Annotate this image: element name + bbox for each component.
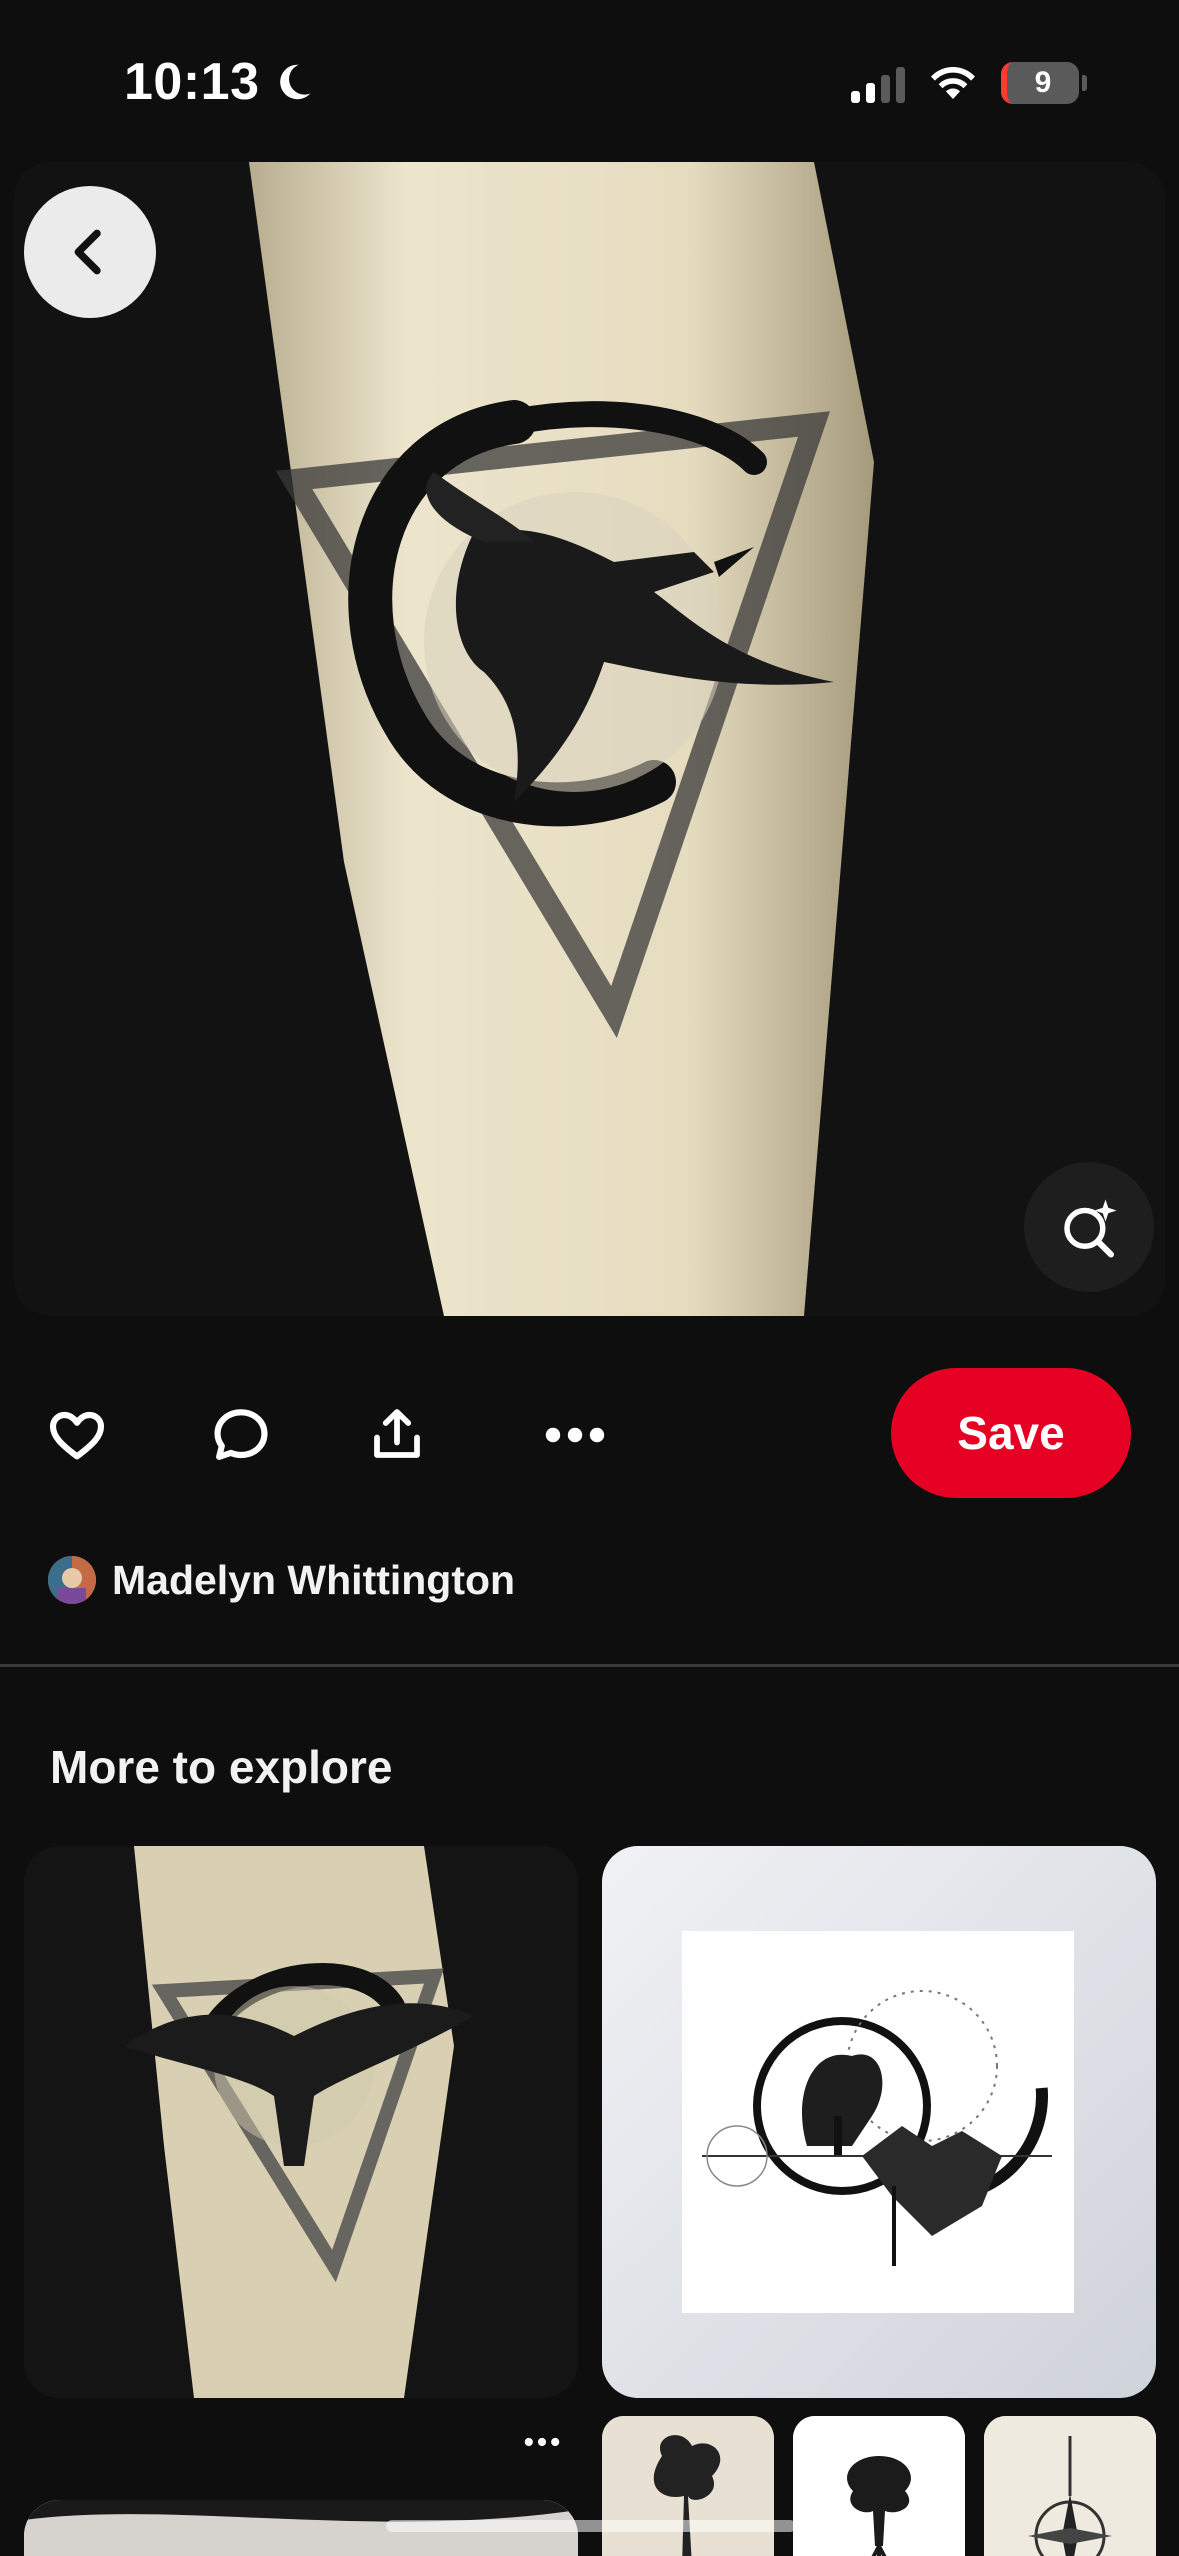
avatar[interactable] (48, 1556, 96, 1604)
crow-triangle-tattoo-image (24, 1846, 578, 2398)
creator-row[interactable]: Madelyn Whittington (48, 1556, 515, 1604)
compass-tattoo-image (984, 2416, 1156, 2556)
pin-image[interactable] (14, 162, 1165, 1316)
more-icon (524, 2437, 560, 2447)
more-options-button[interactable] (540, 1400, 610, 1470)
visual-search-button[interactable] (1024, 1162, 1154, 1292)
lens-sparkle-icon (1064, 1199, 1117, 1258)
status-bar: 10:13 9 (0, 0, 1179, 160)
board-thumbnail[interactable] (984, 2416, 1156, 2556)
heart-icon (49, 1411, 105, 1460)
comment-button[interactable] (206, 1400, 276, 1470)
explore-pin[interactable] (602, 1846, 1156, 2398)
board-thumbnail[interactable] (602, 2416, 774, 2556)
like-button[interactable] (42, 1400, 112, 1470)
save-button[interactable]: Save (891, 1368, 1131, 1498)
tree-roots-image (793, 2416, 965, 2556)
explore-pin[interactable] (24, 1846, 578, 2398)
moon-icon (279, 64, 310, 100)
comment-icon (214, 1409, 268, 1460)
share-button[interactable] (362, 1400, 432, 1470)
creator-name[interactable]: Madelyn Whittington (112, 1557, 515, 1604)
battery-icon: 9 (1001, 62, 1087, 104)
status-icons: 9 (851, 62, 1087, 104)
home-indicator[interactable] (386, 2520, 796, 2532)
more-icon (545, 1427, 605, 1443)
section-title: More to explore (50, 1741, 393, 1793)
status-time: 10:13 (124, 52, 316, 112)
back-button[interactable] (24, 186, 156, 318)
pin-more-button[interactable] (520, 2420, 564, 2464)
share-icon (374, 1409, 420, 1458)
cellular-signal-icon (851, 63, 905, 103)
wifi-icon (931, 66, 975, 99)
tree-silhouette-image (602, 2416, 774, 2556)
action-bar: Save (0, 1368, 1179, 1498)
board-thumbnail[interactable] (793, 2416, 965, 2556)
chevron-left-icon (74, 229, 101, 275)
tree-circle-art-image (682, 1931, 1074, 2313)
avatar-image (48, 1556, 96, 1604)
crow-tattoo-image (14, 162, 1165, 1316)
divider (0, 1664, 1179, 1667)
